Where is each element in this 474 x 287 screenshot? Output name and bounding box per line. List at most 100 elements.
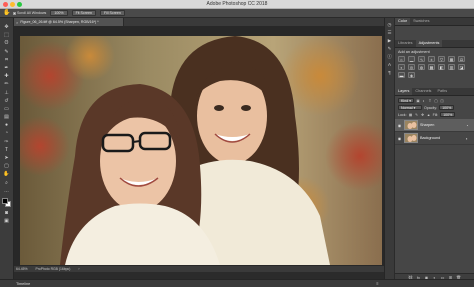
color-panel-body [395,26,474,40]
channel-mixer-icon[interactable]: ◍ [418,64,425,70]
smart-object-filter-icon[interactable]: ◫ [440,99,444,103]
layer-row-background[interactable]: ◉ Background ▪ [395,132,474,145]
pen-icon[interactable]: ✑ [3,139,11,145]
scroll-all-windows-checkbox[interactable]: Scroll All Windows [13,11,46,15]
brush-settings-icon[interactable]: ✎ [387,46,393,51]
tab-swatches[interactable]: Swatches [410,18,432,25]
blur-icon[interactable]: ● [3,122,11,128]
lasso-icon[interactable]: ʘ [3,40,11,46]
document-tab[interactable]: × Figure_06_26.tiff @ 64.5% (Sharpen, RG… [14,18,124,26]
brightness-contrast-icon[interactable]: ☼ [398,56,405,62]
document-photo[interactable] [20,36,382,265]
checkbox-box[interactable] [13,11,16,15]
hand-icon[interactable]: ✋ [3,10,10,16]
photo-filter-icon[interactable]: ◎ [408,64,415,70]
clone-stamp-icon[interactable]: ⊥ [3,90,11,96]
threshold-icon[interactable]: ◪ [458,64,465,70]
more-icon[interactable]: … [3,188,11,194]
type-filter-icon[interactable]: T [428,99,432,103]
selective-color-icon[interactable]: ◈ [408,72,415,78]
black-white-icon[interactable]: ◐ [398,64,405,70]
tools-panel: ✥ ⬚ ʘ ✎ ⌗ ✒ ✚ ✏ ⊥ ↺ ▭ ▤ ● ◔ ✑ T ➤ ▢ ✋ ⌕ … [0,18,14,280]
invert-icon[interactable]: ◧ [438,64,445,70]
panel-icon-column: ◷ ☰ ▶ ✎ ⓘ A ¶ [384,18,394,280]
screen-mode-icon[interactable]: ▣ [3,218,11,224]
hand-tool-icon[interactable]: ✋ [3,171,11,177]
color-swatches[interactable] [1,197,12,208]
healing-icon[interactable]: ✚ [3,73,11,79]
history-icon[interactable]: ◷ [387,22,393,27]
character-icon[interactable]: A [387,62,393,67]
foreground-color[interactable] [1,197,8,204]
tab-paths[interactable]: Paths [434,88,450,95]
vibrance-icon[interactable]: ▽ [438,56,445,62]
layer-name[interactable]: Background [420,136,464,140]
zoom-icon[interactable]: ⌕ [3,180,11,186]
timeline-label[interactable]: Timeline [16,282,30,286]
zoom-100-button[interactable]: 100% [50,10,68,16]
kind-label: Kind [401,99,409,103]
status-arrow-icon[interactable]: › [78,267,79,271]
layer-row-sharpen[interactable]: ◉ Sharpen ◔ [395,119,474,132]
fit-screen-button[interactable]: Fit Screen [71,10,96,16]
panel-menu-icon[interactable]: ≡ [376,281,378,286]
quick-mask-icon[interactable]: ◙ [3,210,11,216]
tab-channels[interactable]: Channels [412,88,434,95]
posterize-icon[interactable]: ▥ [448,64,455,70]
lock-position-icon[interactable]: ✥ [421,113,425,117]
exposure-icon[interactable]: ± [428,56,435,62]
fill-screen-button[interactable]: Fill Screen [99,10,125,16]
pixel-filter-icon[interactable]: ▣ [416,99,420,103]
quick-select-icon[interactable]: ✎ [3,49,11,55]
zoom-status[interactable]: 64.45% [16,267,28,271]
visibility-eye-icon[interactable]: ◉ [397,123,402,128]
color-balance-icon[interactable]: ⚖ [458,56,465,62]
properties-icon[interactable]: ☰ [387,30,393,35]
brush-icon[interactable]: ✏ [3,81,11,87]
fill-field[interactable]: 100% [440,112,456,117]
tab-layers[interactable]: Layers [395,88,413,95]
eraser-icon[interactable]: ▭ [3,106,11,112]
gradient-icon[interactable]: ▤ [3,114,11,120]
close-icon[interactable]: × [16,20,18,25]
color-lookup-icon[interactable]: ▩ [428,64,435,70]
document-tab-label: Figure_06_26.tiff @ 64.5% (Sharpen, RGB/… [20,20,99,24]
canvas-area[interactable] [14,26,393,266]
dodge-icon[interactable]: ◔ [3,130,11,136]
blend-mode-dropdown[interactable]: Normal ▾ [398,105,422,110]
profile-status[interactable]: ProPhoto RGB (16bpc) [36,267,71,271]
adjustment-filter-icon[interactable]: ◐ [422,99,426,103]
tab-color[interactable]: Color [395,18,411,25]
marquee-icon[interactable]: ⬚ [3,32,11,38]
layer-thumbnail[interactable] [404,133,418,143]
paragraph-icon[interactable]: ¶ [387,70,393,75]
gradient-map-icon[interactable]: ▬ [398,72,405,78]
type-icon[interactable]: T [3,147,11,153]
crop-icon[interactable]: ⌗ [3,57,11,63]
hue-saturation-icon[interactable]: ▦ [448,56,455,62]
layer-name[interactable]: Sharpen [420,123,464,127]
kind-filter-dropdown[interactable]: Kind ▾ [398,98,415,103]
window-title: Adobe Photoshop CC 2018 [206,1,268,7]
layers-panel-tabs: Layers Channels Paths [395,88,474,96]
history-brush-icon[interactable]: ↺ [3,98,11,104]
smart-filter-icon[interactable]: ◔ [466,123,471,128]
layer-thumbnail[interactable] [404,120,418,130]
tab-adjustments[interactable]: Adjustments [415,40,443,47]
info-icon[interactable]: ⓘ [387,54,393,59]
visibility-eye-icon[interactable]: ◉ [397,136,402,141]
rectangle-icon[interactable]: ▢ [3,163,11,169]
actions-icon[interactable]: ▶ [387,38,393,43]
shape-filter-icon[interactable]: ▢ [434,99,438,103]
eyedropper-icon[interactable]: ✒ [3,65,11,71]
move-icon[interactable]: ✥ [3,24,11,30]
path-select-icon[interactable]: ➤ [3,155,11,161]
opacity-field[interactable]: 100% [439,105,455,110]
adjustments-title: Add an adjustment [398,50,430,54]
levels-icon[interactable]: ▁ [408,56,415,62]
lock-transparent-icon[interactable]: ▦ [409,113,413,117]
lock-pixels-icon[interactable]: ✎ [415,113,419,117]
curves-icon[interactable]: ∿ [418,56,425,62]
lock-all-icon[interactable]: 🔒︎ [427,113,431,117]
tab-libraries[interactable]: Libraries [395,40,416,47]
